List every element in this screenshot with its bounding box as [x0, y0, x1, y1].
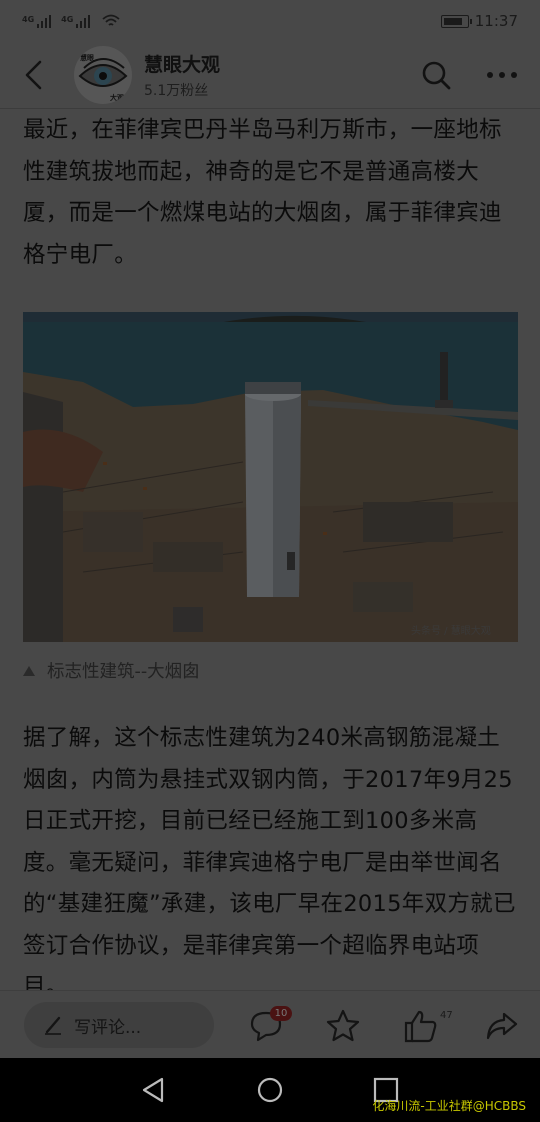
avatar-text-bottom: 大观 — [110, 93, 124, 102]
clock: 11:37 — [474, 12, 518, 30]
nav-back-icon[interactable] — [140, 1076, 168, 1104]
image-caption: 标志性建筑--大烟囱 — [23, 658, 200, 683]
status-bar: 4G 4G 11:37 — [0, 0, 540, 42]
triangle-icon — [23, 665, 35, 676]
share-icon[interactable] — [484, 1008, 520, 1044]
avatar-text-top: 慧眼 — [80, 53, 94, 62]
avatar[interactable]: 慧眼 大观 — [74, 46, 132, 104]
header-divider — [0, 108, 540, 109]
article-image[interactable]: 头条号 / 慧眼大观 — [23, 312, 518, 642]
nav-home-icon[interactable] — [256, 1076, 284, 1104]
battery-fill — [443, 17, 462, 25]
comment-placeholder: 写评论... — [74, 1017, 142, 1038]
article-paragraph-1: 最近，在菲律宾巴丹半岛马利万斯市，一座地标性建筑拔地而起，神奇的是它不是普通高楼… — [23, 117, 502, 268]
signal-2-icon: 4G — [61, 14, 91, 28]
back-arrow-icon — [25, 60, 42, 90]
comment-input[interactable]: 写评论... — [24, 1002, 214, 1048]
follower-count: 5.1万粉丝 — [144, 83, 209, 99]
comment-bar: 写评论... — [0, 990, 540, 1058]
watermark-text: 化海川流-工业社群@HCBBS — [372, 1099, 526, 1113]
image-watermark: 头条号 / 慧眼大观 — [411, 624, 491, 637]
pen-icon — [45, 1016, 61, 1035]
star-icon[interactable] — [325, 1008, 361, 1044]
chimney-photo: 头条号 / 慧眼大观 — [23, 312, 518, 642]
thumb-up-icon[interactable] — [403, 1008, 439, 1044]
more-icon[interactable] — [486, 70, 518, 80]
signal-1-icon: 4G — [22, 14, 52, 28]
article-header: 慧眼 大观 慧眼大观 5.1万粉丝 — [0, 42, 540, 108]
caption-text: 标志性建筑--大烟囱 — [47, 662, 200, 682]
comment-count-badge: 10 — [270, 1006, 292, 1021]
article-paragraph-2: 据了解，这个标志性建筑为240米高钢筋混凝土烟囱，内筒为悬挂式双钢内筒，于201… — [23, 725, 516, 1000]
eye-logo-icon: 慧眼 大观 — [78, 53, 128, 102]
network-type-2: 4G — [61, 14, 74, 24]
back-button[interactable] — [18, 60, 48, 90]
like-count: 47 — [440, 1010, 453, 1021]
wifi-icon — [102, 14, 120, 26]
search-icon[interactable] — [420, 59, 452, 91]
author-name[interactable]: 慧眼大观 — [144, 50, 220, 77]
battery-icon — [440, 14, 472, 28]
author-info[interactable]: 慧眼大观 5.1万粉丝 — [144, 50, 220, 100]
network-type-1: 4G — [22, 14, 35, 24]
